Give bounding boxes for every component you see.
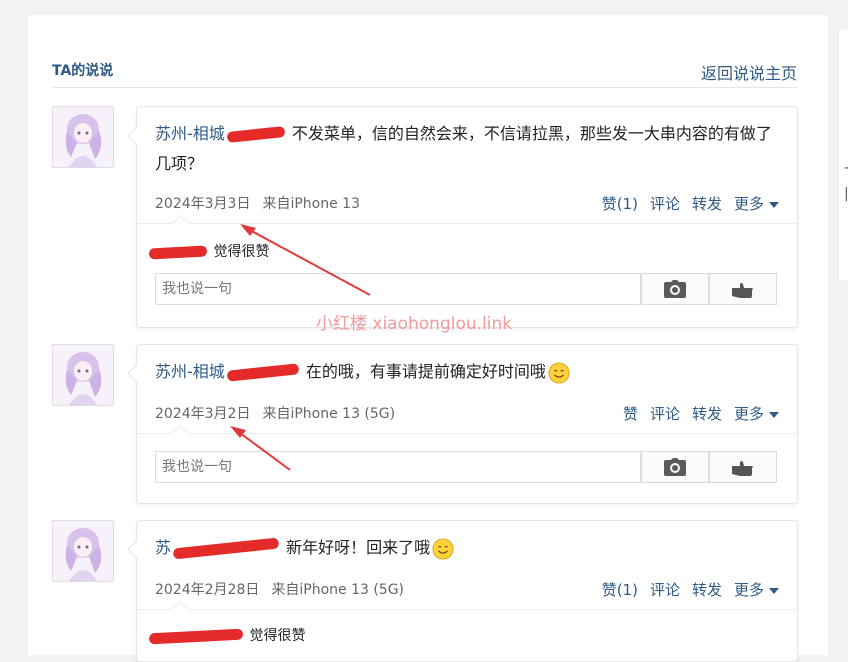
post-date: 2024年3月3日 [155, 196, 251, 212]
smile-emoji-icon [548, 361, 570, 384]
post-date: 2024年3月2日 [155, 406, 251, 422]
back-to-home-link[interactable]: 返回说说主页 [701, 60, 797, 84]
like-note: 觉得很赞 [249, 628, 306, 644]
chevron-down-icon [769, 587, 779, 594]
post-meta: 2024年3月2日 来自iPhone 13 (5G) [155, 403, 395, 423]
like-hand-button[interactable] [709, 451, 777, 483]
post-source: 来自iPhone 13 (5G) [262, 406, 396, 422]
post-card: 苏州-相城 在的哦，有事请提前确定好时间哦 2024年3月2日 来自iPhone … [127, 344, 798, 504]
post-actions: 赞(1) 评论 转发 更多 [590, 579, 779, 600]
divider [137, 600, 797, 617]
avatar-image [53, 345, 113, 405]
like-summary: 觉得很赞 [147, 625, 305, 645]
more-button[interactable]: 更多 [734, 405, 779, 423]
like-button[interactable]: 赞 [623, 405, 638, 423]
forward-button[interactable]: 转发 [692, 405, 722, 423]
comment-button[interactable]: 评论 [650, 581, 680, 599]
pointing-hand-icon [732, 283, 753, 298]
post-meta: 2024年2月28日 来自iPhone 13 (5G) [155, 579, 404, 599]
post-date: 2024年2月28日 [155, 582, 260, 598]
reply-input[interactable] [156, 274, 640, 304]
post-author[interactable]: 苏州-相城 [155, 362, 225, 381]
avatar-image [53, 107, 113, 167]
like-summary: 觉得很赞 [147, 241, 269, 261]
header-divider [52, 87, 797, 88]
like-hand-button[interactable] [709, 273, 777, 305]
more-button[interactable]: 更多 [734, 195, 779, 213]
forward-button[interactable]: 转发 [692, 195, 722, 213]
post-text: 苏州-相城 不发菜单，信的自然会来，不信请拉黑，那些发一大串内容的有做了几项？ [155, 119, 779, 179]
post-card: 苏 新年好呀！回来了哦 2024年2月28日 来自iPhone 13 (5G) 赞… [127, 520, 798, 662]
divider [137, 214, 797, 231]
post-source: 来自iPhone 13 [262, 196, 360, 212]
avatar[interactable] [52, 106, 114, 168]
post-meta: 2024年3月3日 来自iPhone 13 [155, 193, 360, 213]
side-panel-edge [838, 30, 848, 280]
page-title: TA的说说 [52, 63, 114, 79]
like-note: 觉得很赞 [213, 244, 270, 260]
chevron-down-icon [769, 411, 779, 418]
redaction-mark [148, 244, 208, 260]
edge-text-fragment: - [844, 160, 848, 176]
redaction-mark [226, 363, 300, 382]
post-actions: 赞(1) 评论 转发 更多 [590, 193, 779, 214]
divider [137, 424, 797, 441]
post-author[interactable]: 苏 [155, 538, 171, 557]
edge-text-fragment: | [844, 186, 848, 202]
chevron-down-icon [769, 201, 779, 208]
smile-emoji-icon [432, 537, 454, 560]
redaction-mark [172, 537, 280, 560]
avatar[interactable] [52, 344, 114, 406]
avatar-image [53, 521, 113, 581]
post-actions: 赞评论 转发 更多 [611, 403, 779, 424]
post-text: 苏 新年好呀！回来了哦 [155, 533, 779, 563]
reply-input-box[interactable] [155, 451, 641, 483]
post-text: 苏州-相城 在的哦，有事请提前确定好时间哦 [155, 357, 779, 387]
camera-button[interactable] [641, 273, 709, 305]
forward-button[interactable]: 转发 [692, 581, 722, 599]
more-button[interactable]: 更多 [734, 581, 779, 599]
reply-input-box[interactable] [155, 273, 641, 305]
watermark: 小红楼 xiaohonglou.link [316, 314, 513, 334]
camera-button[interactable] [641, 451, 709, 483]
redaction-mark [226, 125, 286, 144]
camera-icon [664, 280, 686, 298]
like-button[interactable]: 赞(1) [602, 195, 638, 213]
post-source: 来自iPhone 13 (5G) [271, 582, 405, 598]
post-content: 新年好呀！回来了哦 [286, 538, 431, 557]
pointing-hand-icon [732, 461, 753, 476]
avatar[interactable] [52, 520, 114, 582]
comment-button[interactable]: 评论 [650, 405, 680, 423]
comment-button[interactable]: 评论 [650, 195, 680, 213]
redaction-mark [148, 628, 244, 644]
camera-icon [664, 458, 686, 476]
post-content: 在的哦，有事请提前确定好时间哦 [305, 362, 546, 381]
reply-input[interactable] [156, 452, 640, 482]
post-author[interactable]: 苏州-相城 [155, 124, 225, 143]
like-button[interactable]: 赞(1) [602, 581, 638, 599]
post-card: 苏州-相城 不发菜单，信的自然会来，不信请拉黑，那些发一大串内容的有做了几项？ … [127, 106, 798, 328]
